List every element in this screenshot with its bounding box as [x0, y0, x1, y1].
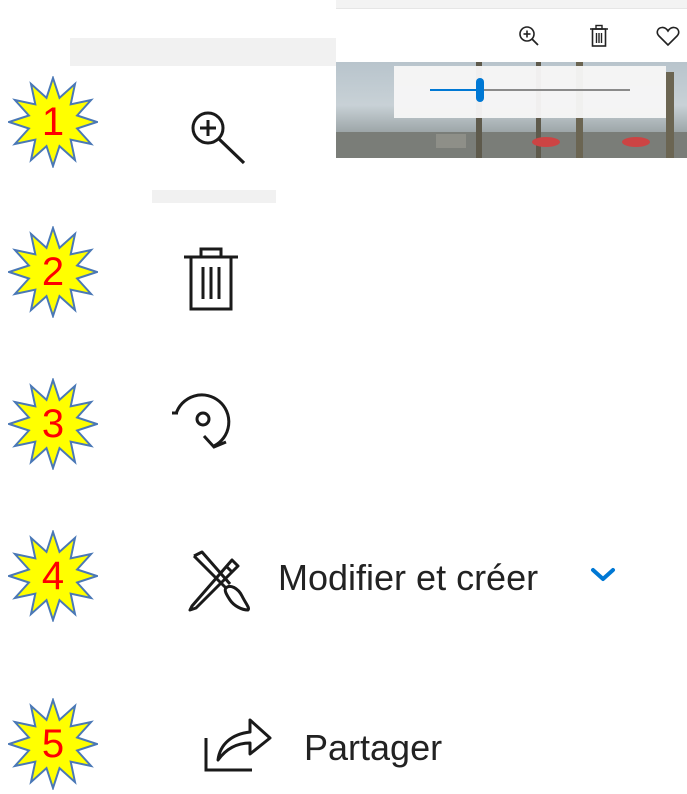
edit-create-button[interactable] — [186, 548, 254, 616]
zoom-slider[interactable] — [430, 78, 630, 102]
zoom-slider-thumb[interactable] — [476, 78, 484, 102]
step-badge-1: 1 — [5, 74, 101, 170]
toolbar-delete-button[interactable] — [585, 22, 613, 50]
toolbar-zoom-button[interactable] — [515, 22, 543, 50]
zoom-in-icon — [519, 26, 539, 46]
delete-button[interactable] — [182, 246, 240, 316]
trash-icon — [590, 24, 608, 47]
step-number: 5 — [41, 721, 65, 766]
step-number: 1 — [41, 99, 65, 144]
rotate-icon — [172, 393, 231, 449]
step-number: 2 — [41, 249, 65, 294]
step-badge-3: 3 — [5, 376, 101, 472]
toolbar-favorite-button[interactable] — [654, 22, 682, 50]
step-badge-5: 5 — [5, 696, 101, 792]
edit-create-icon — [188, 550, 250, 612]
trash-icon — [184, 247, 238, 311]
rotate-button[interactable] — [166, 386, 240, 460]
blurred-bar — [152, 190, 276, 203]
share-button[interactable] — [202, 712, 274, 778]
step-badge-4: 4 — [5, 528, 101, 624]
blurred-bar — [70, 38, 336, 66]
step-number: 4 — [41, 553, 65, 598]
step-badge-2: 2 — [5, 224, 101, 320]
zoom-slider-fill — [430, 89, 480, 91]
zoom-button[interactable] — [186, 106, 250, 174]
zoom-in-icon — [191, 111, 246, 165]
edit-create-dropdown[interactable] — [590, 566, 616, 588]
title-bar-strip — [336, 0, 687, 9]
share-label[interactable]: Partager — [304, 730, 442, 766]
chevron-down-icon — [591, 568, 615, 581]
heart-icon — [656, 26, 680, 47]
step-number: 3 — [41, 401, 65, 446]
zoom-slider-panel — [394, 66, 666, 118]
edit-create-label[interactable]: Modifier et créer — [278, 560, 538, 596]
share-icon — [204, 718, 272, 772]
